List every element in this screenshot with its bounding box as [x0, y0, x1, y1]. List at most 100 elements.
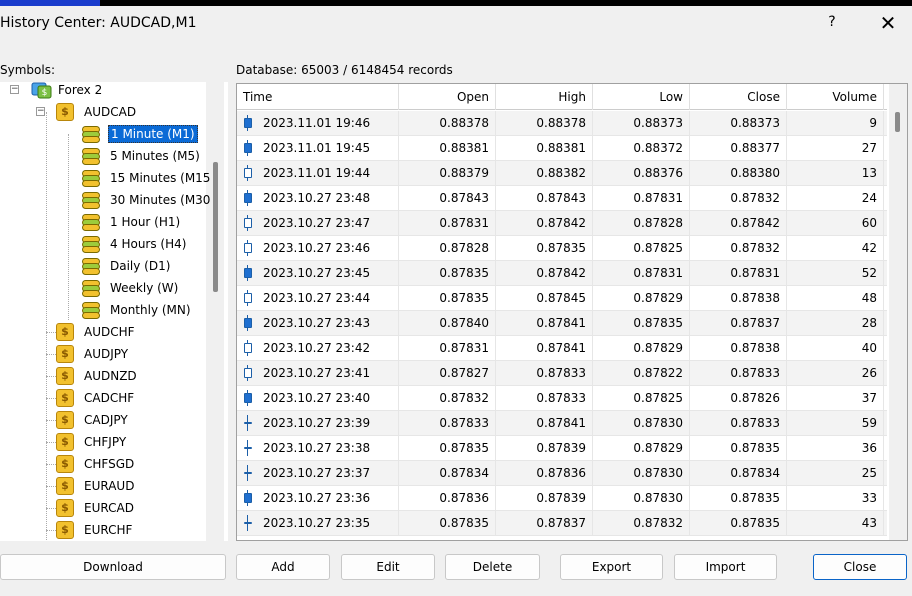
close-icon[interactable]: ✕ — [876, 12, 900, 36]
tree-item-timeframe[interactable]: Monthly (MN) — [80, 299, 193, 321]
tree-item-symbol[interactable]: $ CHFJPY — [56, 431, 128, 453]
tree-item-label: 15 Minutes (M15 — [110, 171, 211, 185]
history-table[interactable]: Time Open High Low Close Volume 2023.11.… — [236, 83, 908, 541]
currency-coin-icon: $ — [56, 323, 74, 341]
currency-coin-icon: $ — [56, 389, 74, 407]
table-row[interactable]: 2023.10.27 23:47 0.87831 0.87842 0.87828 0.8… — [237, 210, 887, 236]
tree-connector — [46, 398, 56, 399]
time-cell: 2023.10.27 23:38 — [237, 435, 399, 461]
column-header-close[interactable]: Close — [690, 84, 787, 110]
tree-scrollbar-thumb[interactable] — [213, 162, 218, 292]
close-cell: 0.87835 — [690, 485, 787, 511]
tree-item-symbol[interactable]: $ EURAUD — [56, 475, 136, 497]
tree-item-symbol[interactable]: $ CADCHF — [56, 387, 136, 409]
high-cell: 0.87842 — [496, 210, 593, 236]
close-cell: 0.88377 — [690, 135, 787, 161]
export-button[interactable]: Export — [560, 554, 663, 580]
high-cell: 0.87845 — [496, 285, 593, 311]
tree-item-label: EURAUD — [84, 479, 135, 493]
table-row[interactable]: 2023.10.27 23:43 0.87840 0.87841 0.87835 0.8… — [237, 310, 887, 336]
table-row[interactable]: 2023.10.27 23:48 0.87843 0.87843 0.87831 0.8… — [237, 185, 887, 211]
column-header-low[interactable]: Low — [593, 84, 690, 110]
import-button[interactable]: Import — [674, 554, 777, 580]
close-button[interactable]: Close — [813, 554, 907, 580]
tree-item-timeframe[interactable]: Weekly (W) — [80, 277, 180, 299]
currency-coin-icon: $ — [56, 499, 74, 517]
volume-cell: 28 — [787, 310, 884, 336]
tree-scrollbar[interactable] — [206, 82, 224, 541]
tree-item-symbol[interactable]: $ CHFSGD — [56, 453, 136, 475]
table-scrollbar-thumb[interactable] — [895, 112, 900, 132]
tree-item-symbol[interactable]: $ AUDJPY — [56, 343, 130, 365]
tree-item-symbol[interactable]: $ EURCAD — [56, 497, 136, 519]
table-row[interactable]: 2023.10.27 23:39 0.87833 0.87841 0.87830 0.8… — [237, 410, 887, 436]
tree-item-symbol[interactable]: $ EURCHF — [56, 519, 134, 541]
currency-coin-icon: $ — [56, 367, 74, 385]
table-row[interactable]: 2023.11.01 19:44 0.88379 0.88382 0.88376 0.8… — [237, 160, 887, 186]
tree-item-label: 1 Minute (M1) — [108, 125, 198, 143]
table-row[interactable]: 2023.10.27 23:38 0.87835 0.87839 0.87829 0.8… — [237, 435, 887, 461]
open-cell: 0.87833 — [399, 410, 496, 436]
volume-cell: 36 — [787, 435, 884, 461]
collapse-forex-group[interactable]: − — [10, 85, 19, 94]
close-cell: 0.87826 — [690, 385, 787, 411]
high-cell: 0.88382 — [496, 160, 593, 186]
table-row[interactable]: 2023.10.27 23:45 0.87835 0.87842 0.87831 0.8… — [237, 260, 887, 286]
history-center-dialog: History Center: AUDCAD,M1 ? ✕ Symbols: D… — [0, 6, 912, 596]
volume-cell: 37 — [787, 385, 884, 411]
help-button[interactable]: ? — [824, 14, 840, 34]
collapse-audcad[interactable]: − — [36, 107, 45, 116]
tree-item-label: Monthly (MN) — [110, 303, 191, 317]
edit-button[interactable]: Edit — [341, 554, 435, 580]
candle-icon — [243, 465, 253, 481]
tree-item-timeframe[interactable]: 15 Minutes (M15 — [80, 167, 212, 189]
tree-item-timeframe[interactable]: 30 Minutes (M30 — [80, 189, 212, 211]
tree-connector — [46, 112, 47, 541]
table-row[interactable]: 2023.11.01 19:46 0.88378 0.88378 0.88373 0.8… — [237, 110, 887, 136]
time-cell: 2023.10.27 23:45 — [237, 260, 399, 286]
table-row[interactable]: 2023.10.27 23:35 0.87835 0.87837 0.87832 0.8… — [237, 510, 887, 536]
volume-cell: 42 — [787, 235, 884, 261]
table-row[interactable]: 2023.10.27 23:41 0.87827 0.87833 0.87822 0.8… — [237, 360, 887, 386]
high-cell: 0.87843 — [496, 185, 593, 211]
column-header-time[interactable]: Time — [237, 84, 399, 110]
tree-item-timeframe[interactable]: 1 Hour (H1) — [80, 211, 182, 233]
tree-item-symbol[interactable]: $ CADJPY — [56, 409, 130, 431]
table-row[interactable]: 2023.10.27 23:36 0.87836 0.87839 0.87830 0.8… — [237, 485, 887, 511]
tree-item-timeframe[interactable]: 4 Hours (H4) — [80, 233, 188, 255]
tree-item-timeframe[interactable]: 5 Minutes (M5) — [80, 145, 202, 167]
candle-icon — [243, 140, 253, 156]
symbols-tree[interactable]: − $ Forex 2 − $ AUDCAD 1 Minute (M1) 5 Minutes … — [0, 82, 228, 541]
delete-button[interactable]: Delete — [445, 554, 540, 580]
tree-item-timeframe[interactable]: Daily (D1) — [80, 255, 172, 277]
table-row[interactable]: 2023.11.01 19:45 0.88381 0.88381 0.88372 0.8… — [237, 135, 887, 161]
table-scrollbar[interactable] — [889, 84, 907, 540]
column-header-high[interactable]: High — [496, 84, 593, 110]
tree-item-symbol[interactable]: $ AUDCHF — [56, 321, 137, 343]
tree-item-audcad[interactable]: $ AUDCAD — [56, 101, 138, 123]
tree-item-timeframe[interactable]: 1 Minute (M1) — [80, 123, 198, 145]
column-header-volume[interactable]: Volume — [787, 84, 884, 110]
time-cell: 2023.11.01 19:45 — [237, 135, 399, 161]
table-row[interactable]: 2023.10.27 23:37 0.87834 0.87836 0.87830 0.8… — [237, 460, 887, 486]
tree-connector — [46, 486, 56, 487]
table-row[interactable]: 2023.10.27 23:44 0.87835 0.87845 0.87829 0.8… — [237, 285, 887, 311]
time-cell: 2023.11.01 19:46 — [237, 110, 399, 136]
add-button[interactable]: Add — [236, 554, 330, 580]
table-row[interactable]: 2023.10.27 23:42 0.87831 0.87841 0.87829 0.8… — [237, 335, 887, 361]
table-row[interactable]: 2023.10.27 23:46 0.87828 0.87835 0.87825 0.8… — [237, 235, 887, 261]
open-cell: 0.87836 — [399, 485, 496, 511]
volume-cell: 43 — [787, 510, 884, 536]
column-header-open[interactable]: Open — [399, 84, 496, 110]
tree-item-symbol[interactable]: $ AUDNZD — [56, 365, 139, 387]
table-row[interactable]: 2023.10.27 23:40 0.87832 0.87833 0.87825 0.8… — [237, 385, 887, 411]
currency-coin-icon: $ — [56, 103, 74, 121]
candle-icon — [243, 290, 253, 306]
tree-item-forex-group[interactable]: $ Forex 2 — [30, 82, 104, 101]
download-button[interactable]: Download — [0, 554, 226, 580]
tree-item-label: Daily (D1) — [110, 259, 171, 273]
open-cell: 0.88379 — [399, 160, 496, 186]
candle-icon — [243, 190, 253, 206]
close-cell: 0.87837 — [690, 310, 787, 336]
open-cell: 0.87835 — [399, 510, 496, 536]
